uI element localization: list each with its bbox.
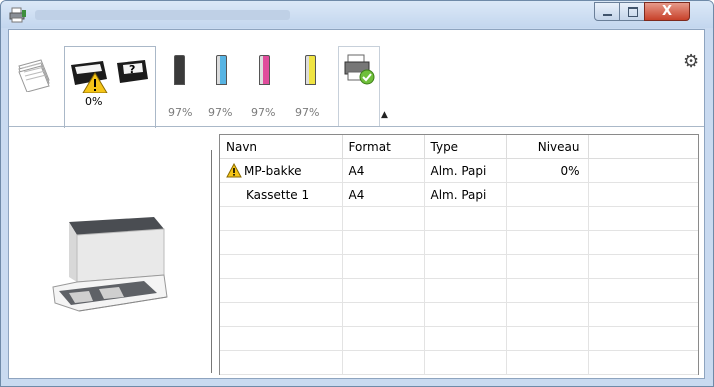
column-header-filler <box>588 135 698 159</box>
toner-magenta-level: 97% <box>251 106 276 119</box>
settings-gear-icon[interactable]: ⚙ <box>683 53 699 71</box>
toner-black-level: 97% <box>168 106 193 119</box>
status-monitor-window: X ? 0% 97% 97% 97% 97% ▲ ⚙ Navn Format T… <box>0 0 714 387</box>
tray-list[interactable]: Navn Format Type Niveau MP-bakke A4 Alm.… <box>219 134 699 375</box>
tray-name: MP-bakke <box>244 164 302 178</box>
tray-format: A4 <box>342 158 425 183</box>
column-header-format[interactable]: Format <box>342 135 425 159</box>
toner-cyan-icon[interactable] <box>216 55 227 85</box>
column-header-type[interactable]: Type <box>424 135 507 159</box>
paper-stack-icon[interactable] <box>17 54 51 92</box>
printer-illustration <box>52 217 168 312</box>
window-title <box>35 10 290 20</box>
toner-yellow-icon[interactable] <box>305 55 316 85</box>
tab-device-ready[interactable] <box>338 46 380 126</box>
table-header-row: Navn Format Type Niveau <box>220 135 698 159</box>
tray-name: Kassette 1 <box>246 187 310 202</box>
tab-printer-status[interactable]: ? 0% <box>64 46 156 128</box>
printer-warning-icon <box>71 61 108 93</box>
table-row[interactable]: Kassette 1 A4 Alm. Papi <box>220 182 698 207</box>
column-header-name[interactable]: Navn <box>220 135 343 159</box>
tab-alert-value: 0% <box>85 95 103 108</box>
minimize-button[interactable] <box>594 2 620 21</box>
printer-app-icon <box>9 7 26 23</box>
column-header-level[interactable]: Niveau <box>506 135 589 159</box>
tray-type: Alm. Papi <box>424 182 507 207</box>
client-area: ? 0% 97% 97% 97% 97% ▲ ⚙ Navn Format Typ… <box>8 29 705 379</box>
tray-level <box>506 182 589 207</box>
tray-table: Navn Format Type Niveau MP-bakke A4 Alm.… <box>220 135 698 375</box>
toner-magenta-icon[interactable] <box>259 55 270 85</box>
panel-divider <box>211 150 212 373</box>
title-bar[interactable]: X <box>1 1 713 28</box>
svg-text:?: ? <box>129 63 135 76</box>
toner-yellow-level: 97% <box>295 106 320 119</box>
toner-cyan-level: 97% <box>208 106 233 119</box>
unknown-status-icon: ? <box>117 60 148 83</box>
status-toolbar: ? 0% 97% 97% 97% 97% ▲ ⚙ <box>9 30 704 128</box>
table-row[interactable]: MP-bakke A4 Alm. Papi 0% <box>220 158 698 183</box>
collapse-chevron-icon[interactable]: ▲ <box>381 110 388 120</box>
tray-type: Alm. Papi <box>424 158 507 183</box>
tray-level: 0% <box>506 158 589 183</box>
close-button[interactable]: X <box>644 2 690 21</box>
maximize-button[interactable] <box>619 2 645 21</box>
printer-image-panel <box>9 127 211 379</box>
toner-black-icon[interactable] <box>174 55 185 85</box>
tray-format: A4 <box>342 182 425 207</box>
warning-icon <box>226 163 242 178</box>
printer-ok-icon <box>344 54 375 85</box>
